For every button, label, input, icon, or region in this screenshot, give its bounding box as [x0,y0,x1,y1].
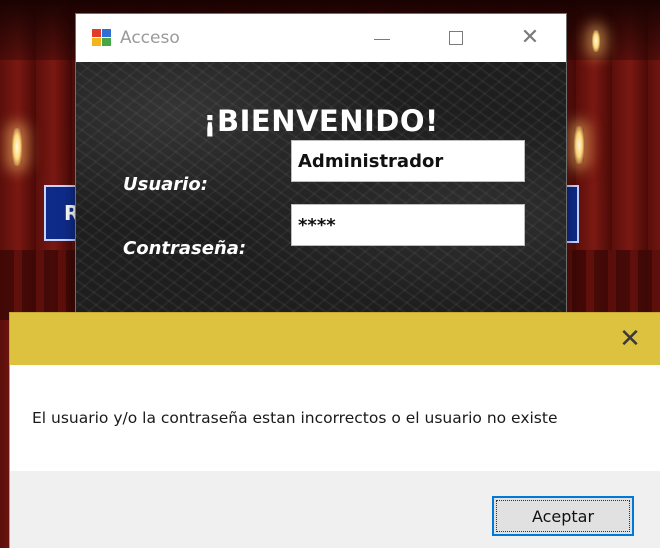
app-icon [92,29,112,47]
password-label: Contraseña: [123,238,247,259]
maximize-button[interactable] [426,14,486,62]
login-form: ¡BIENVENIDO! Usuario: Contraseña: [76,62,566,314]
background-button-right[interactable] [565,185,579,243]
user-label: Usuario: [123,174,208,195]
message-box-content: El usuario y/o la contraseña estan incor… [10,365,660,471]
wall-lamp-top-right [592,30,600,52]
login-window-title: Acceso [120,28,180,48]
login-close-button[interactable]: ✕ [500,14,560,62]
minimize-icon [374,38,390,40]
error-message-text: El usuario y/o la contraseña estan incor… [32,409,558,427]
login-titlebar[interactable]: Acceso ✕ [76,14,566,62]
message-box-footer: Aceptar [10,471,660,548]
wall-lamp-right [574,126,584,164]
accept-button[interactable]: Aceptar [492,496,634,536]
maximize-icon [449,31,463,45]
close-icon: ✕ [619,324,641,354]
close-icon: ✕ [520,25,540,50]
wall-lamp-left [12,128,22,166]
password-input[interactable] [291,204,525,246]
message-box-close-button[interactable]: ✕ [600,313,660,365]
login-window: Acceso ✕ ¡BIENVENIDO! Usuario: Contraseñ… [76,14,566,314]
message-box-titlebar[interactable]: ✕ [10,313,660,365]
user-input[interactable] [291,140,525,182]
welcome-heading: ¡BIENVENIDO! [203,104,439,138]
accept-button-label: Aceptar [531,506,595,526]
minimize-button[interactable] [352,14,412,62]
error-message-box: ✕ El usuario y/o la contraseña estan inc… [10,313,660,548]
